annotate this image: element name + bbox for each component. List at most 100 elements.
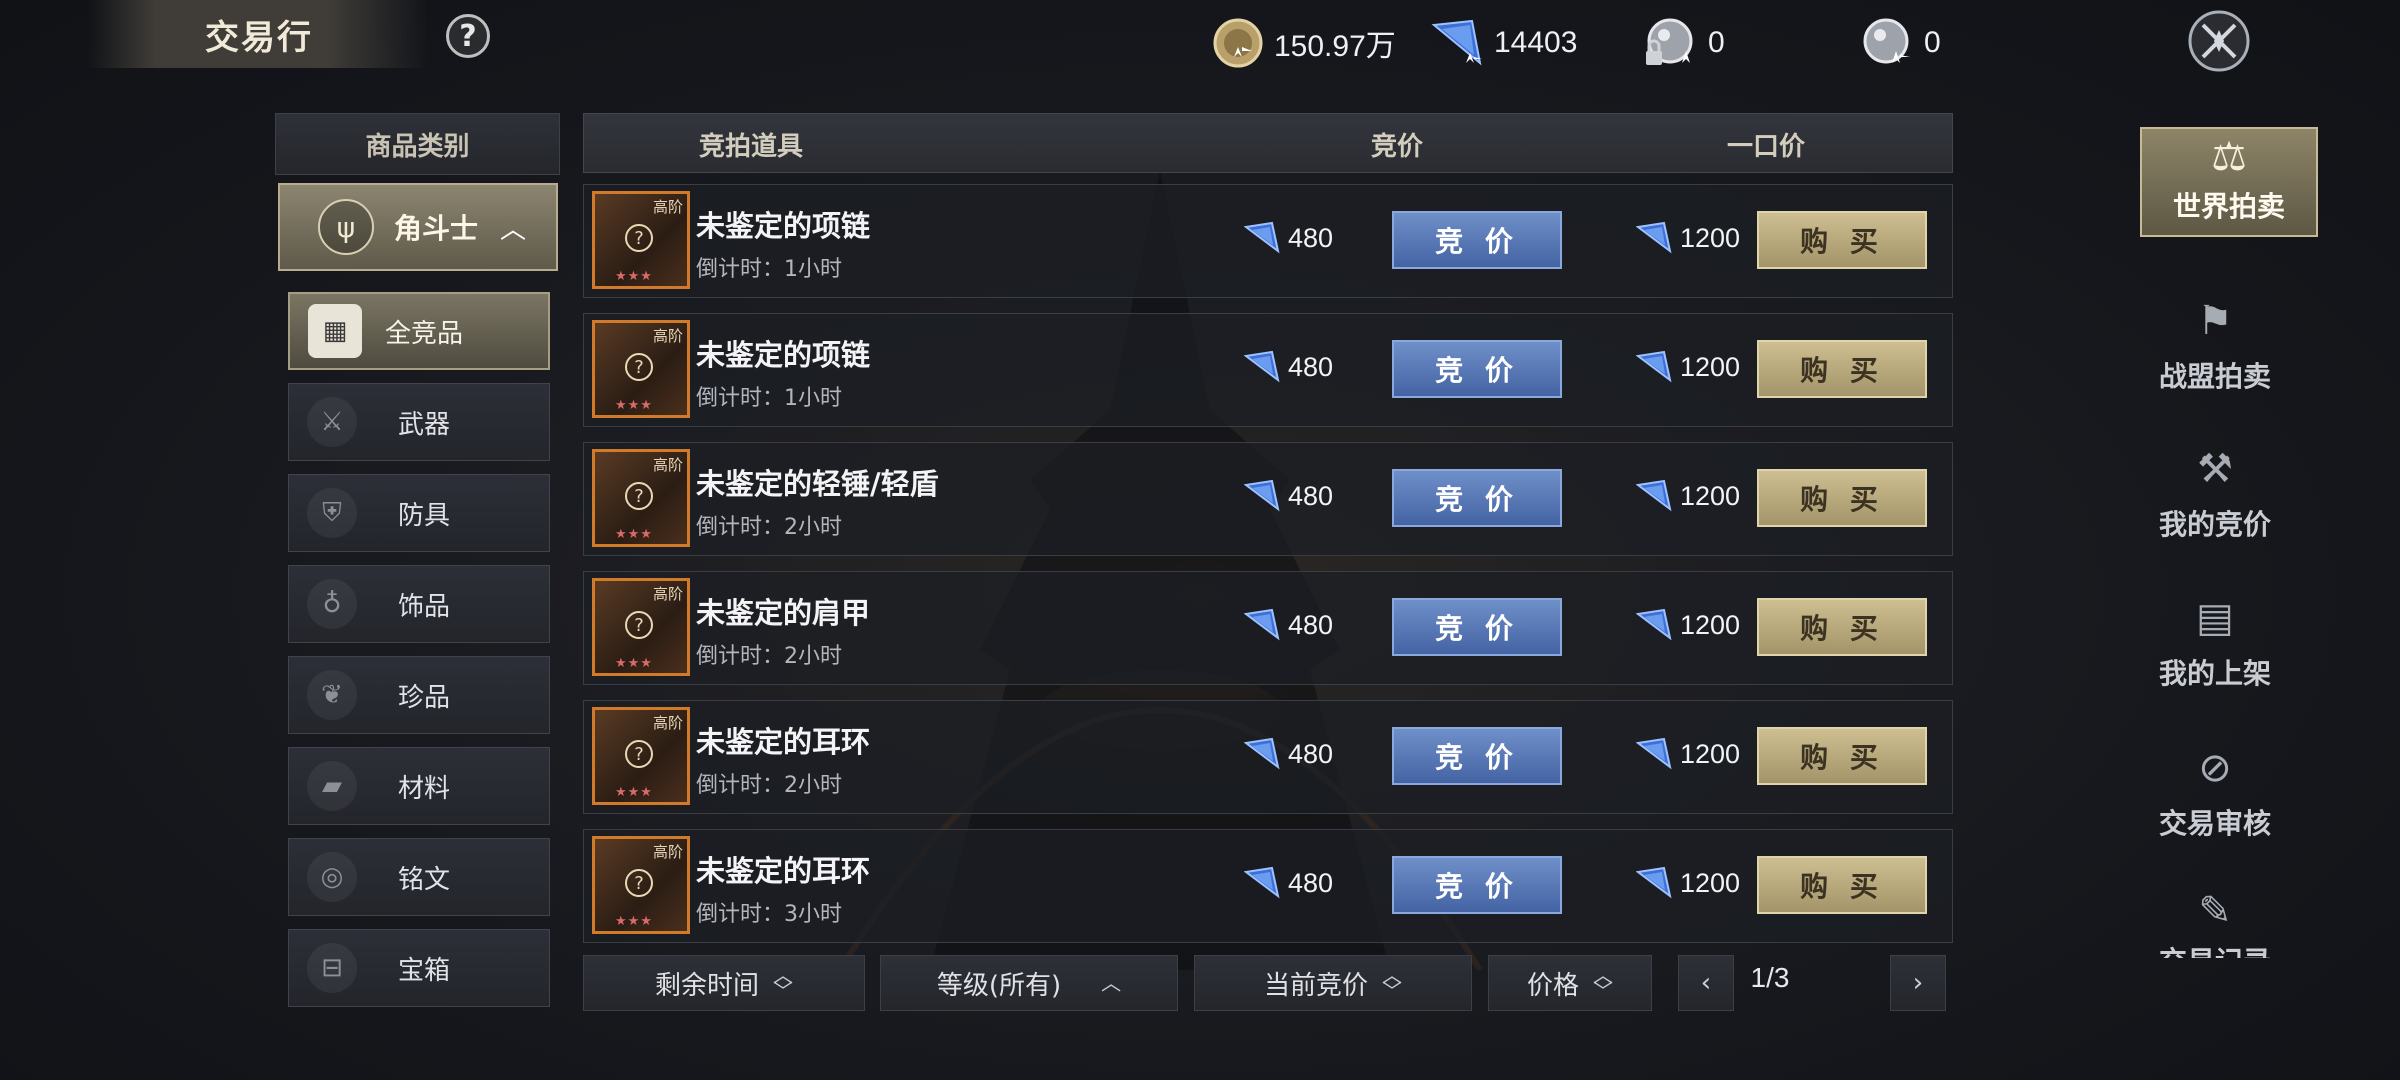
bid-price: 480 bbox=[1244, 737, 1333, 771]
buyout-price-value: 1200 bbox=[1680, 738, 1741, 769]
star-rating-icon: ★★★ bbox=[615, 269, 653, 284]
sort-level[interactable]: 等级(所有) ︿ bbox=[880, 955, 1178, 1011]
nav-my-listings[interactable]: ▤ 我的上架 bbox=[2130, 590, 2300, 710]
bid-price-value: 480 bbox=[1288, 222, 1334, 253]
blue-diamond-icon bbox=[1244, 737, 1280, 770]
nav-world-auction[interactable]: ⚖ 世界拍卖 bbox=[2140, 127, 2318, 237]
category-item-material[interactable]: ▰ 材料 bbox=[288, 747, 550, 825]
nav-trade-review[interactable]: ⊘ 交易审核 bbox=[2130, 740, 2300, 860]
close-icon[interactable] bbox=[2186, 8, 2252, 74]
category-item-all[interactable]: ▦ 全竞品 bbox=[288, 292, 550, 370]
blue-diamond-icon bbox=[1636, 479, 1672, 512]
category-item-inscription[interactable]: ◎ 铭文 bbox=[288, 838, 550, 916]
buyout-price-value: 1200 bbox=[1680, 609, 1741, 640]
bid-price: 480 bbox=[1244, 221, 1333, 255]
category-item-chest[interactable]: ⊟ 宝箱 bbox=[288, 929, 550, 1007]
item-countdown: 倒计时：3小时 bbox=[696, 902, 842, 927]
bid-price-value: 480 bbox=[1288, 738, 1334, 769]
unidentified-icon: ? bbox=[625, 482, 653, 510]
item-thumbnail[interactable]: 高阶 ? ★★★ bbox=[592, 707, 690, 805]
gold-amount: 150.97万 bbox=[1274, 30, 1396, 63]
bid-price-value: 480 bbox=[1288, 609, 1334, 640]
nav-label: 交易记录 bbox=[2159, 940, 2271, 958]
sort-toggle-icon: ︿ ﹀ bbox=[1593, 963, 1613, 1003]
nav-label: 交易审核 bbox=[2158, 807, 2271, 840]
sort-label: 剩余时间 bbox=[654, 970, 759, 1001]
bid-button[interactable]: 竞 价 bbox=[1392, 211, 1562, 269]
sort-label: 价格 bbox=[1526, 970, 1579, 1001]
buyout-price: 1200 bbox=[1636, 608, 1740, 642]
item-thumbnail[interactable]: 高阶 ? ★★★ bbox=[592, 191, 690, 289]
item-countdown: 倒计时：2小时 bbox=[696, 644, 842, 669]
bid-price-value: 480 bbox=[1288, 351, 1334, 382]
sort-label: 等级(所有) bbox=[936, 970, 1062, 1001]
next-page-icon[interactable]: › bbox=[1890, 955, 1946, 1011]
silver-orb-icon bbox=[1863, 18, 1910, 64]
buy-button[interactable]: 购 买 bbox=[1757, 727, 1927, 785]
category-item-label: 全竞品 bbox=[384, 318, 463, 349]
locked-orb-amount: 0 bbox=[1708, 26, 1725, 59]
currency-gold: 150.97万 bbox=[1212, 18, 1396, 68]
table-row[interactable]: 高阶 ? ★★★ 未鉴定的肩甲 倒计时：2小时 480 竞 价 1200 购 买 bbox=[583, 571, 1953, 685]
buy-button[interactable]: 购 买 bbox=[1757, 340, 1927, 398]
item-countdown: 倒计时：1小时 bbox=[696, 257, 842, 282]
category-item-armor[interactable]: ⛨ 防具 bbox=[288, 474, 550, 552]
category-group-gladiator[interactable]: ψ 角斗士 ︿ bbox=[278, 183, 558, 271]
buy-button[interactable]: 购 买 bbox=[1757, 469, 1927, 527]
blue-diamond-icon bbox=[1636, 350, 1672, 383]
column-header-item: 竞拍道具 bbox=[699, 132, 804, 162]
sort-price[interactable]: 价格 ︿ ﹀ bbox=[1488, 955, 1652, 1011]
unidentified-icon: ? bbox=[625, 611, 653, 639]
bid-button[interactable]: 竞 价 bbox=[1392, 469, 1562, 527]
table-row[interactable]: 高阶 ? ★★★ 未鉴定的项链 倒计时：1小时 480 竞 价 1200 购 买 bbox=[583, 184, 1953, 298]
star-rating-icon: ★★★ bbox=[615, 785, 653, 800]
item-grade: 高阶 bbox=[652, 456, 683, 474]
banner-icon: ⚑ bbox=[2197, 298, 2233, 344]
column-header-bid: 竞价 bbox=[1371, 132, 1424, 162]
buyout-price-value: 1200 bbox=[1680, 222, 1741, 253]
buyout-price: 1200 bbox=[1636, 350, 1740, 384]
item-name: 未鉴定的项链 bbox=[696, 209, 871, 243]
buyout-price-value: 1200 bbox=[1680, 867, 1741, 898]
trident-icon: ψ bbox=[318, 199, 374, 255]
item-thumbnail[interactable]: 高阶 ? ★★★ bbox=[592, 449, 690, 547]
unidentified-icon: ? bbox=[625, 224, 653, 252]
nav-my-bids[interactable]: ⚒ 我的竞价 bbox=[2130, 441, 2300, 561]
table-row[interactable]: 高阶 ? ★★★ 未鉴定的轻锤/轻盾 倒计时：2小时 480 竞 价 1200 … bbox=[583, 442, 1953, 556]
page-title: 交易行 bbox=[205, 18, 313, 58]
bid-button[interactable]: 竞 价 bbox=[1392, 340, 1562, 398]
nav-guild-auction[interactable]: ⚑ 战盟拍卖 bbox=[2130, 293, 2300, 413]
buy-button[interactable]: 购 买 bbox=[1757, 598, 1927, 656]
gavel-icon: ⚒ bbox=[2197, 446, 2233, 492]
item-thumbnail[interactable]: 高阶 ? ★★★ bbox=[592, 578, 690, 676]
bid-button[interactable]: 竞 价 bbox=[1392, 727, 1562, 785]
buyout-price: 1200 bbox=[1636, 737, 1740, 771]
help-button[interactable]: ? bbox=[446, 14, 490, 58]
table-row[interactable]: 高阶 ? ★★★ 未鉴定的耳环 倒计时：2小时 480 竞 价 1200 购 买 bbox=[583, 700, 1953, 814]
nav-trade-record[interactable]: ✎ 交易记录 bbox=[2130, 888, 2300, 958]
shelf-icon: ▤ bbox=[2196, 595, 2234, 641]
blue-diamond-icon bbox=[1244, 221, 1280, 254]
buy-button[interactable]: 购 买 bbox=[1757, 856, 1927, 914]
star-rating-icon: ★★★ bbox=[615, 914, 653, 929]
nav-label: 世界拍卖 bbox=[2172, 190, 2285, 223]
table-row[interactable]: 高阶 ? ★★★ 未鉴定的项链 倒计时：1小时 480 竞 价 1200 购 买 bbox=[583, 313, 1953, 427]
category-item-accessory[interactable]: ♁ 饰品 bbox=[288, 565, 550, 643]
bid-button[interactable]: 竞 价 bbox=[1392, 856, 1562, 914]
category-item-treasure[interactable]: ❦ 珍品 bbox=[288, 656, 550, 734]
stamp-icon: ⊘ bbox=[2198, 745, 2232, 791]
sort-remaining-time[interactable]: 剩余时间 ︿ ﹀ bbox=[583, 955, 865, 1011]
scales-icon: ⚖ bbox=[2211, 134, 2247, 180]
column-header-buyout: 一口价 bbox=[1727, 132, 1806, 162]
item-thumbnail[interactable]: 高阶 ? ★★★ bbox=[592, 320, 690, 418]
item-countdown: 倒计时：2小时 bbox=[696, 773, 842, 798]
table-row[interactable]: 高阶 ? ★★★ 未鉴定的耳环 倒计时：3小时 480 竞 价 1200 购 买 bbox=[583, 829, 1953, 943]
blue-diamond-icon bbox=[1244, 479, 1280, 512]
bid-price: 480 bbox=[1244, 479, 1333, 513]
buyout-price: 1200 bbox=[1636, 479, 1740, 513]
sort-current-bid[interactable]: 当前竞价 ︿ ﹀ bbox=[1194, 955, 1472, 1011]
item-thumbnail[interactable]: 高阶 ? ★★★ bbox=[592, 836, 690, 934]
bid-button[interactable]: 竞 价 bbox=[1392, 598, 1562, 656]
buy-button[interactable]: 购 买 bbox=[1757, 211, 1927, 269]
category-item-weapon[interactable]: ⚔ 武器 bbox=[288, 383, 550, 461]
